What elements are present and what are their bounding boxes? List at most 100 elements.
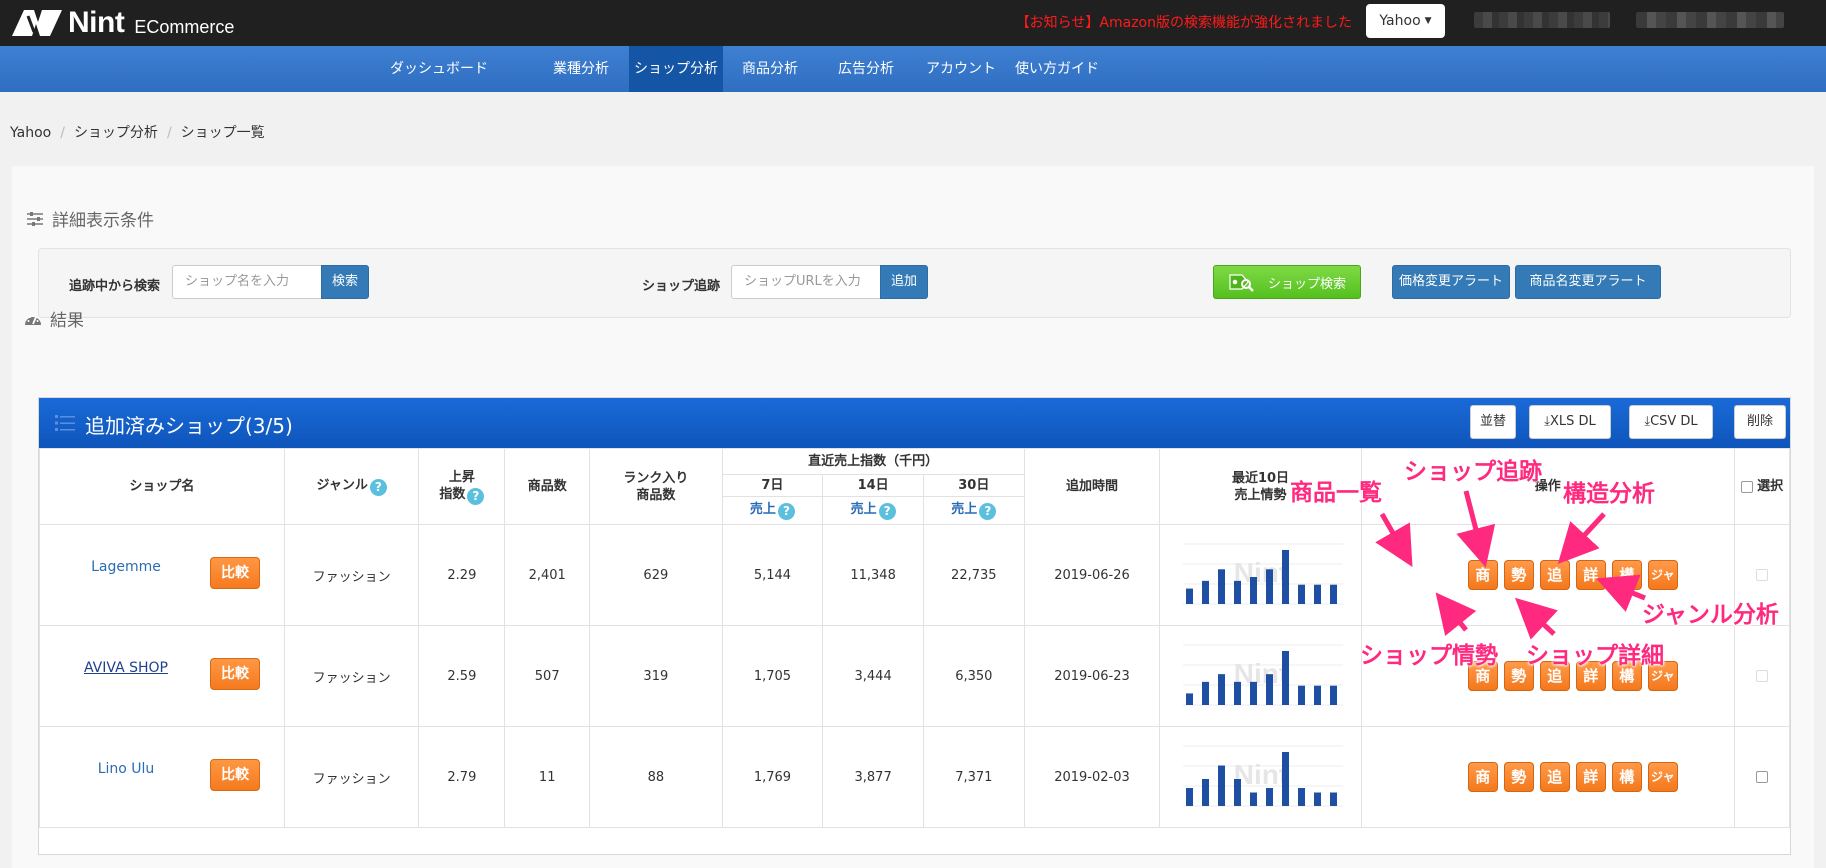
sort-button[interactable]: 並替 <box>1470 405 1516 439</box>
add-shop-button[interactable]: 追加 <box>880 265 928 299</box>
annotation-structure: 構造分析 <box>1563 481 1655 507</box>
breadcrumb-yahoo[interactable]: Yahoo <box>10 125 51 141</box>
breadcrumb-shop-analysis[interactable]: ショップ分析 <box>74 125 158 141</box>
op-button-1[interactable]: 勢 <box>1503 560 1534 590</box>
sales-sparkline: Nint <box>1172 631 1349 721</box>
cell-ranked-items: 319 <box>589 625 723 727</box>
select-all-checkbox[interactable] <box>1740 480 1753 493</box>
tracking-search-label: 追跡中から検索 <box>69 279 161 294</box>
sales-sort-link[interactable]: 売上 <box>750 502 776 517</box>
th-30day: 30日 <box>922 474 1025 497</box>
th-item-count: 商品数 <box>504 448 591 525</box>
annotation-product-list: 商品一覧 <box>1290 480 1382 506</box>
cell-rise-index[interactable]: 2.29 <box>418 524 506 626</box>
sparkline-bar <box>1297 584 1305 604</box>
shop-search-button[interactable]: ショップ検索 <box>1213 265 1361 299</box>
table-row: Lagemme 比較 ファッション 2.29 2,401 629 5,144 1… <box>39 524 1791 626</box>
market-dropdown[interactable]: Yahoo ▼ <box>1366 4 1445 38</box>
op-button-0[interactable]: 商 <box>1467 560 1498 590</box>
cell-rise-index[interactable]: 2.59 <box>418 625 506 727</box>
sparkline-bar <box>1313 584 1321 604</box>
th-7day: 7日 <box>721 474 824 497</box>
annotation-genre: ジャンル分析 <box>1642 602 1779 628</box>
sales-sort-link[interactable]: 売上 <box>851 502 877 517</box>
cell-sparkline: Nint <box>1159 524 1362 626</box>
sparkline-bar <box>1201 681 1209 705</box>
shop-name-link[interactable]: AVIVA SHOP <box>40 660 212 676</box>
th-genre-label: ジャンル <box>316 478 368 493</box>
nav-product-analysis[interactable]: 商品分析 <box>730 46 810 92</box>
nav-industry-analysis[interactable]: 業種分析 <box>540 46 622 92</box>
filter-title-text: 詳細表示条件 <box>52 211 154 231</box>
caret-down-icon: ▼ <box>1424 16 1432 26</box>
row-checkbox[interactable] <box>1755 569 1768 581</box>
cell-rise-index[interactable]: 2.79 <box>418 726 506 828</box>
logo[interactable]: Nint ECommerce <box>10 8 234 38</box>
tracking-search-button[interactable]: 検索 <box>321 265 369 299</box>
compare-button[interactable]: 比較 <box>210 759 260 791</box>
th-added-time[interactable]: 追加時間 <box>1023 448 1161 525</box>
th-7day-sales[interactable]: 売上? <box>721 496 824 525</box>
row-checkbox[interactable] <box>1755 771 1768 783</box>
compare-button[interactable]: 比較 <box>210 658 260 690</box>
cell-shop: AVIVA SHOP 比較 <box>39 625 285 727</box>
annotation-shop-tracking: ショップ追跡 <box>1404 459 1542 485</box>
cell-30day: 7,371 <box>922 726 1025 828</box>
nav-shop-analysis[interactable]: ショップ分析 <box>629 46 723 92</box>
operation-buttons: 商勢追詳構ジャ <box>1412 762 1734 792</box>
shop-url-input[interactable]: ショップURLを入力 <box>731 265 881 299</box>
th-rise-line1: 上昇 <box>448 469 475 485</box>
cell-14day: 3,877 <box>822 726 924 828</box>
nav-account[interactable]: アカウント <box>920 46 1002 92</box>
row-checkbox[interactable] <box>1755 670 1768 682</box>
nav-ad-analysis[interactable]: 広告分析 <box>826 46 906 92</box>
annotation-shop-trend: ショップ情勢 <box>1360 643 1498 669</box>
blurred-user-menu[interactable] <box>1636 12 1784 28</box>
cell-added-time: 2019-02-03 <box>1023 726 1161 828</box>
shop-name-link[interactable]: Lino Ulu <box>40 761 212 777</box>
xls-download-label: XLS DL <box>1549 414 1596 429</box>
sparkline-bar <box>1281 752 1289 806</box>
sparkline-bar <box>1329 792 1337 806</box>
sparkline-bar <box>1329 584 1337 604</box>
th-14day-sales[interactable]: 売上? <box>822 496 924 525</box>
sparkline-bar <box>1185 788 1193 806</box>
th-30day-sales[interactable]: 売上? <box>922 496 1025 525</box>
op-button-4[interactable]: 構 <box>1611 560 1642 590</box>
op-button-5[interactable]: ジャ <box>1647 762 1678 792</box>
compare-button[interactable]: 比較 <box>210 557 260 589</box>
name-alert-button[interactable]: 商品名変更アラート <box>1515 265 1661 299</box>
delete-button[interactable]: 削除 <box>1734 405 1786 439</box>
op-button-4[interactable]: 構 <box>1611 762 1642 792</box>
help-icon[interactable]: ? <box>878 503 896 520</box>
nav-dashboard[interactable]: ダッシュボード <box>372 46 506 92</box>
cell-30day: 22,735 <box>922 524 1025 626</box>
sales-sort-link[interactable]: 売上 <box>951 502 977 517</box>
op-button-0[interactable]: 商 <box>1467 762 1498 792</box>
op-button-1[interactable]: 勢 <box>1503 762 1534 792</box>
th-rise-index: 上昇 指数? <box>418 448 506 525</box>
tracking-search-input[interactable]: ショップ名を入力 <box>172 265 322 299</box>
op-button-2[interactable]: 追 <box>1539 762 1570 792</box>
help-icon[interactable]: ? <box>979 503 997 520</box>
price-alert-button[interactable]: 価格変更アラート <box>1392 265 1510 299</box>
xls-download-button[interactable]: ⤓XLS DL <box>1529 405 1611 439</box>
nav-guide[interactable]: 使い方ガイド <box>1010 46 1104 92</box>
cell-14day: 3,444 <box>822 625 924 727</box>
csv-download-label: CSV DL <box>1650 414 1698 429</box>
op-button-2[interactable]: 追 <box>1539 560 1570 590</box>
help-icon[interactable]: ? <box>467 487 485 505</box>
notice-link[interactable]: 【お知らせ】Amazon版の検索機能が強化されました <box>1016 12 1352 32</box>
help-icon[interactable]: ? <box>369 479 387 496</box>
op-button-5[interactable]: ジャ <box>1647 560 1678 590</box>
csv-download-button[interactable]: ⤓CSV DL <box>1629 405 1713 439</box>
op-button-3[interactable]: 詳 <box>1575 762 1606 792</box>
cell-30day: 6,350 <box>922 625 1025 727</box>
th-ranked-items: ランク入り 商品数 <box>589 448 723 525</box>
sparkline-bar <box>1249 577 1257 604</box>
sparkline-bar <box>1265 569 1273 604</box>
shop-name-link[interactable]: Lagemme <box>40 559 212 575</box>
cell-select <box>1733 726 1791 828</box>
op-button-3[interactable]: 詳 <box>1575 560 1606 590</box>
help-icon[interactable]: ? <box>777 503 795 520</box>
